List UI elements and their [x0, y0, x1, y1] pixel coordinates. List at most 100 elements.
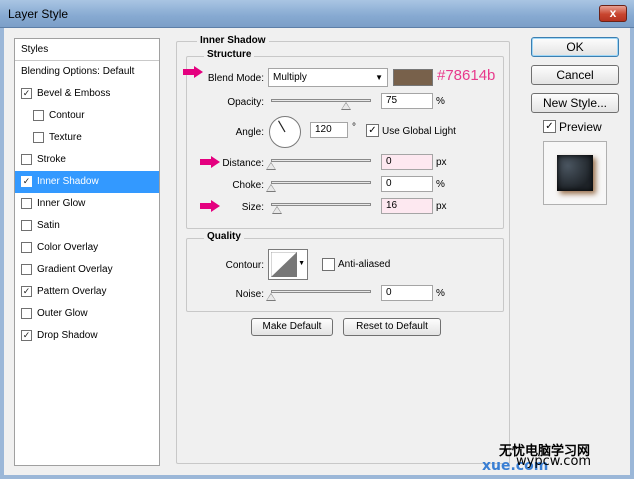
- new-style-button[interactable]: New Style...: [531, 93, 619, 113]
- choke-slider-track[interactable]: [271, 181, 371, 184]
- style-item-label: Outer Glow: [37, 308, 88, 319]
- styles-header[interactable]: Styles: [15, 39, 159, 61]
- color-annotation: #78614b: [437, 67, 496, 84]
- style-item-label: Blending Options: Default: [21, 66, 135, 77]
- checkmark-icon: ✓: [368, 125, 377, 136]
- use-global-light-checkbox[interactable]: ✓: [366, 124, 379, 137]
- contour-picker[interactable]: ▼: [268, 249, 308, 280]
- choke-value: 0: [386, 178, 392, 189]
- blend-mode-value: Multiply: [273, 72, 307, 83]
- style-checkbox[interactable]: ✓: [21, 88, 32, 99]
- shadow-color-fill: [394, 70, 432, 85]
- opacity-value: 75: [386, 95, 398, 106]
- choke-input[interactable]: 0: [381, 176, 433, 192]
- contour-label: Contour:: [225, 260, 264, 271]
- structure-title: Structure: [204, 49, 255, 60]
- opacity-slider-track[interactable]: [271, 99, 371, 102]
- style-item-label: Satin: [37, 220, 60, 231]
- blend-mode-label: Blend Mode:: [207, 73, 264, 84]
- angle-dial-icon[interactable]: [268, 115, 302, 149]
- style-item-label: Stroke: [37, 154, 66, 165]
- angle-unit: °: [352, 122, 356, 133]
- style-checkbox[interactable]: [33, 132, 44, 143]
- angle-input[interactable]: 120: [310, 122, 348, 138]
- style-checkbox[interactable]: [21, 198, 32, 209]
- style-item-label: Inner Glow: [37, 198, 86, 209]
- noise-slider-thumb[interactable]: [266, 293, 276, 301]
- styles-item[interactable]: Outer Glow: [15, 303, 159, 325]
- style-preview-box: [543, 141, 607, 205]
- style-item-label: Bevel & Emboss: [37, 88, 111, 99]
- styles-item[interactable]: Contour: [15, 105, 159, 127]
- quality-title: Quality: [204, 231, 244, 242]
- style-checkbox[interactable]: [33, 110, 44, 121]
- style-item-label: Texture: [49, 132, 82, 143]
- shadow-color-swatch[interactable]: [393, 69, 433, 86]
- style-item-label: Drop Shadow: [37, 330, 98, 341]
- noise-input[interactable]: 0: [381, 285, 433, 301]
- opacity-slider-thumb[interactable]: [341, 102, 351, 110]
- size-slider-thumb[interactable]: [272, 206, 283, 214]
- reset-to-default-button[interactable]: Reset to Default: [343, 318, 441, 336]
- style-item-label: Pattern Overlay: [37, 286, 107, 297]
- styles-item[interactable]: ✓ Drop Shadow: [15, 325, 159, 347]
- styles-item[interactable]: Blending Options: Default: [15, 61, 159, 83]
- style-item-label: Inner Shadow: [37, 176, 99, 187]
- blend-mode-select[interactable]: Multiply ▼: [268, 68, 388, 87]
- contour-curve-icon: [271, 252, 297, 277]
- style-checkbox[interactable]: [21, 308, 32, 319]
- noise-label: Noise:: [235, 289, 264, 300]
- style-checkbox[interactable]: ✓: [21, 330, 32, 341]
- dropdown-arrow-icon: ▼: [375, 73, 383, 82]
- styles-item[interactable]: Satin: [15, 215, 159, 237]
- distance-label: Distance:: [222, 158, 264, 169]
- distance-slider-thumb[interactable]: [266, 162, 276, 170]
- styles-item[interactable]: Gradient Overlay: [15, 259, 159, 281]
- choke-slider-thumb[interactable]: [266, 184, 276, 192]
- style-checkbox[interactable]: [21, 242, 32, 253]
- opacity-input[interactable]: 75: [381, 93, 433, 109]
- size-slider-track[interactable]: [271, 203, 371, 206]
- style-checkbox[interactable]: ✓: [21, 176, 32, 187]
- checkmark-icon: ✓: [545, 121, 554, 132]
- styles-item[interactable]: Inner Glow: [15, 193, 159, 215]
- styles-item[interactable]: Color Overlay: [15, 237, 159, 259]
- anti-aliased-label: Anti-aliased: [338, 259, 391, 270]
- styles-header-label: Styles: [21, 44, 49, 55]
- preview-checkbox[interactable]: ✓: [543, 120, 556, 133]
- size-value: 16: [386, 200, 398, 211]
- size-input[interactable]: 16: [381, 198, 433, 214]
- cancel-label: Cancel: [556, 68, 594, 82]
- inner-shadow-title: Inner Shadow: [197, 35, 269, 46]
- noise-value: 0: [386, 287, 392, 298]
- quality-group: [186, 238, 504, 312]
- styles-item[interactable]: ✓ Inner Shadow: [15, 171, 159, 193]
- styles-item[interactable]: ✓ Bevel & Emboss: [15, 83, 159, 105]
- styles-item[interactable]: Stroke: [15, 149, 159, 171]
- anti-aliased-checkbox[interactable]: [322, 258, 335, 271]
- noise-unit: %: [436, 288, 445, 299]
- choke-unit: %: [436, 179, 445, 190]
- style-checkbox[interactable]: [21, 220, 32, 231]
- close-button[interactable]: x: [599, 5, 627, 22]
- styles-list: Styles Blending Options: Default ✓ Bevel &…: [14, 38, 160, 466]
- close-icon: x: [609, 6, 617, 20]
- make-default-button[interactable]: Make Default: [251, 318, 333, 336]
- style-checkbox[interactable]: [21, 264, 32, 275]
- dropdown-arrow-icon: ▼: [298, 260, 305, 267]
- title-bar: Layer Style x: [0, 0, 634, 28]
- styles-item[interactable]: Texture: [15, 127, 159, 149]
- styles-item[interactable]: ✓ Pattern Overlay: [15, 281, 159, 303]
- opacity-label: Opacity:: [227, 97, 264, 108]
- make-default-label: Make Default: [262, 321, 322, 332]
- distance-slider-track[interactable]: [271, 159, 371, 162]
- ok-label: OK: [566, 40, 584, 54]
- use-global-light-label: Use Global Light: [382, 126, 456, 137]
- cancel-button[interactable]: Cancel: [531, 65, 619, 85]
- style-checkbox[interactable]: ✓: [21, 286, 32, 297]
- style-checkbox[interactable]: [21, 154, 32, 165]
- distance-input[interactable]: 0: [381, 154, 433, 170]
- size-unit: px: [436, 201, 447, 212]
- noise-slider-track[interactable]: [271, 290, 371, 293]
- ok-button[interactable]: OK: [531, 37, 619, 57]
